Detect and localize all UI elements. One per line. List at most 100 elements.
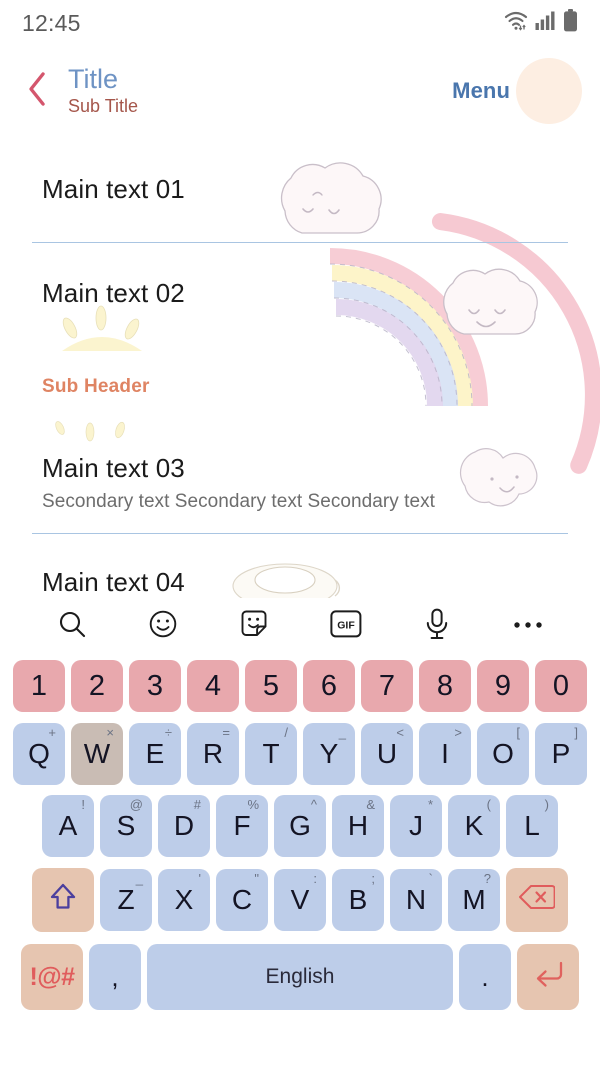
svg-text:GIF: GIF — [337, 619, 355, 631]
sticker-icon — [239, 609, 269, 644]
space-key[interactable]: English — [147, 944, 453, 1010]
list-item[interactable]: Main text 01 — [0, 174, 600, 205]
key-n[interactable]: ` N — [390, 869, 442, 931]
enter-arrow-icon — [532, 960, 564, 995]
menu-button[interactable]: Menu — [452, 78, 510, 104]
key-alt-label: ( — [486, 797, 491, 812]
status-bar: 12:45 — [0, 0, 600, 46]
key-8[interactable]: 8 — [419, 660, 471, 712]
key-alt-label: ) — [544, 797, 549, 812]
key-alt-label: & — [366, 797, 375, 812]
enter-key[interactable] — [517, 944, 579, 1010]
more-horizontal-icon — [513, 617, 543, 635]
keyboard-toolbar: GIF — [0, 598, 600, 654]
battery-icon — [563, 9, 578, 37]
list-item-title: Main text 02 — [42, 278, 185, 308]
key-alt-label: ` — [428, 871, 433, 886]
key-z[interactable]: _ Z — [100, 869, 152, 931]
list-item[interactable]: Main text 02 — [0, 278, 600, 309]
key-x[interactable]: ' X — [158, 869, 210, 931]
status-icon-group — [504, 9, 578, 37]
key-v[interactable]: :V — [274, 869, 326, 931]
overflow-menu-button[interactable] — [516, 58, 582, 124]
key-r[interactable]: = R — [187, 723, 239, 785]
shift-key[interactable] — [32, 868, 94, 932]
section-sub-header: Sub Header — [42, 376, 150, 397]
symbols-key[interactable]: !@# — [21, 944, 83, 1010]
key-m[interactable]: ? M — [448, 869, 500, 931]
key-3[interactable]: 3 — [129, 660, 181, 712]
comma-key[interactable]: , — [89, 944, 141, 1010]
key-4[interactable]: 4 — [187, 660, 239, 712]
key-a[interactable]: ! A — [42, 795, 94, 857]
key-alt-label: > — [454, 725, 462, 740]
key-h[interactable]: & H — [332, 795, 384, 857]
back-button[interactable] — [20, 71, 54, 111]
backspace-icon — [519, 884, 556, 917]
status-clock: 12:45 — [22, 9, 81, 36]
key-alt-label: ; — [371, 871, 375, 886]
key-q[interactable]: + Q — [13, 723, 65, 785]
key-alt-label: ÷ — [164, 725, 172, 740]
more-options-button[interactable] — [505, 603, 551, 649]
key-b[interactable]: ; B — [332, 869, 384, 931]
microphone-button[interactable] — [414, 603, 460, 649]
list-divider — [32, 533, 568, 534]
key-alt-label: / — [284, 725, 288, 740]
key-2[interactable]: 2 — [71, 660, 123, 712]
key-o[interactable]: [O — [477, 723, 529, 785]
signal-icon — [535, 10, 556, 36]
key-l[interactable]: ) L — [506, 795, 558, 857]
key-j[interactable]: * J — [390, 795, 442, 857]
virtual-keyboard: GIF 1 2 3 4 5 6 7 8 9 0 + Q × W ÷ E = R … — [0, 598, 600, 1067]
key-0[interactable]: 0 — [535, 660, 587, 712]
list-item-title: Main text 03 — [42, 453, 185, 483]
key-6[interactable]: 6 — [303, 660, 355, 712]
key-9[interactable]: 9 — [477, 660, 529, 712]
key-7[interactable]: 7 — [361, 660, 413, 712]
key-alt-label: _ — [338, 725, 346, 740]
key-g[interactable]: ^ G — [274, 795, 326, 857]
key-p[interactable]: ] P — [535, 723, 587, 785]
backspace-key[interactable] — [506, 868, 568, 932]
key-alt-label: ? — [483, 871, 491, 886]
key-alt-label: × — [106, 725, 114, 740]
key-alt-label: : — [313, 871, 317, 886]
title-block: Title Sub Title — [68, 64, 452, 118]
key-c[interactable]: " C — [216, 869, 268, 931]
list-item[interactable]: Main text 04 — [0, 567, 600, 598]
key-f[interactable]: % F — [216, 795, 268, 857]
microphone-icon — [424, 608, 450, 645]
key-t[interactable]: / T — [245, 723, 297, 785]
keyboard-row-numbers: 1234567890 — [0, 654, 600, 718]
period-key[interactable]: . — [459, 944, 511, 1010]
key-alt-label: " — [254, 871, 259, 886]
key-s[interactable]: @ S — [100, 795, 152, 857]
search-icon — [57, 609, 87, 644]
key-e[interactable]: ÷ E — [129, 723, 181, 785]
key-alt-label: ! — [81, 797, 85, 812]
emoji-button[interactable] — [140, 603, 186, 649]
content-area: Main text 01 Main text 02 Sub Header Mai… — [0, 136, 600, 598]
key-w[interactable]: × W — [71, 723, 123, 785]
key-alt-label: = — [222, 725, 230, 740]
key-alt-label: * — [427, 797, 433, 812]
key-5[interactable]: 5 — [245, 660, 297, 712]
app-bar: Title Sub Title Menu — [0, 46, 600, 136]
search-button[interactable] — [49, 603, 95, 649]
list-container: Main text 01 Main text 02 Sub Header Mai… — [0, 136, 600, 598]
key-d[interactable]: # D — [158, 795, 210, 857]
keyboard-row-bottom: !@# , English . — [0, 938, 600, 1016]
key-u[interactable]: < U — [361, 723, 413, 785]
gif-button[interactable]: GIF — [323, 603, 369, 649]
list-item[interactable]: Main text 03 Secondary text Secondary te… — [0, 453, 600, 513]
key-i[interactable]: > I — [419, 723, 471, 785]
sticker-button[interactable] — [231, 603, 277, 649]
back-chevron-icon — [24, 69, 50, 114]
key-alt-label: ] — [574, 725, 578, 740]
key-alt-label: ^ — [310, 797, 317, 812]
key-y[interactable]: _ Y — [303, 723, 355, 785]
key-1[interactable]: 1 — [13, 660, 65, 712]
key-k[interactable]: (K — [448, 795, 500, 857]
key-alt-label: @ — [129, 797, 143, 812]
